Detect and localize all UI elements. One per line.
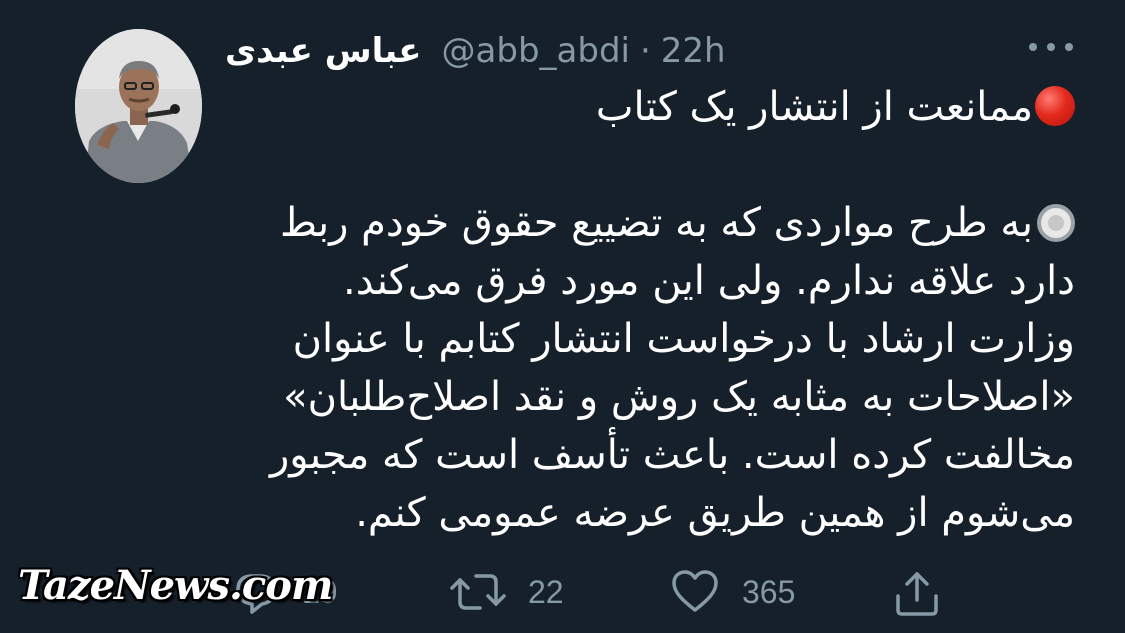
radio-button-icon — [1037, 204, 1075, 242]
share-button[interactable] — [892, 568, 942, 618]
more-horizontal-icon — [1047, 43, 1055, 51]
tweet-body-line: می‌شوم از همین طریق عرضه عمومی کنم. — [355, 490, 1075, 536]
profile-photo — [75, 29, 202, 183]
tweet-body-line: به طرح مواردی که به تضییع حقوق خودم ربط — [225, 194, 1075, 252]
avatar[interactable] — [75, 29, 202, 183]
watermark: TazeNews.com — [18, 562, 333, 609]
more-horizontal-icon — [1029, 43, 1037, 51]
more-options-button[interactable] — [1029, 43, 1073, 53]
display-name[interactable]: عباس عبدی — [225, 31, 422, 71]
tweet-header: عباس عبدی @abb_abdi · 22h — [225, 26, 726, 76]
tweet-title-text: ممانعت از انتشار یک کتاب — [595, 84, 1033, 130]
tweet-card: عباس عبدی @abb_abdi · 22h ممانعت از انتش… — [0, 0, 1125, 633]
timestamp[interactable]: 22h — [661, 31, 726, 71]
heart-icon — [672, 570, 718, 612]
share-icon — [896, 572, 938, 616]
user-handle[interactable]: @abb_abdi — [442, 31, 630, 71]
separator-dot: · — [639, 31, 651, 71]
tweet-body-line: مخالفت کرده است. باعث تأسف است که مجبور — [269, 432, 1075, 478]
tweet-body-line: وزارت ارشاد با درخواست انتشار کتابم با ع… — [292, 316, 1075, 362]
retweet-button[interactable]: 22 — [450, 568, 564, 616]
tweet-body-line: «اصلاحات به مثابه یک روش و نقد اصلاح‌طلب… — [283, 374, 1075, 420]
retweet-count: 22 — [528, 573, 564, 610]
tweet-body-text: به طرح مواردی که به تضییع حقوق خودم ربط — [279, 200, 1033, 246]
tweet-body-line: دارد علاقه ندارم. ولی این مورد فرق می‌کن… — [343, 258, 1075, 304]
tweet-title-line: ممانعت از انتشار یک کتاب — [225, 78, 1075, 136]
tweet-text: ممانعت از انتشار یک کتاب به طرح مواردی ک… — [225, 78, 1075, 542]
like-count: 365 — [742, 573, 796, 610]
more-horizontal-icon — [1065, 43, 1073, 51]
red-circle-icon — [1035, 86, 1075, 126]
like-button[interactable]: 365 — [670, 568, 795, 616]
retweet-icon — [450, 574, 506, 610]
